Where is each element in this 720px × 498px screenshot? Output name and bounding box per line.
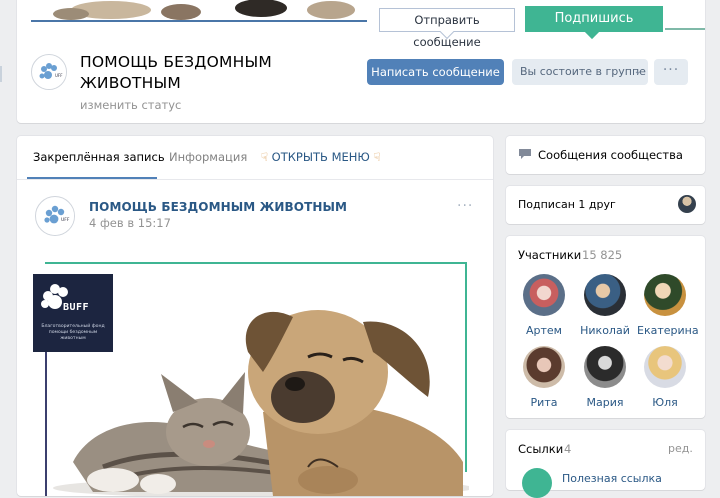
post-more-icon[interactable]: ··· [457, 198, 473, 214]
pinned-post-image[interactable]: BUFF Благотворительный фонд помощи бездо… [33, 262, 469, 496]
friends-subscribed-label: Подписан 1 друг [518, 198, 616, 211]
members-count: 15 825 [582, 248, 623, 262]
member-item[interactable]: Екатерина [637, 274, 699, 337]
community-cover: Отправить сообщение Подпишись [31, 0, 705, 49]
chevron-down-icon: ⌄ [633, 66, 642, 77]
cover-frame [665, 0, 705, 30]
tab-pinned-post[interactable]: Закреплённая запись [33, 150, 165, 164]
post-author-name[interactable]: ПОМОЩЬ БЕЗДОМНЫМ ЖИВОТНЫМ [89, 200, 347, 214]
links-block: Ссылки 4 ред. Полезная ссылка [506, 430, 705, 498]
member-name: Рита [530, 396, 558, 409]
hand-pointer-icon: ☟ [261, 150, 269, 164]
community-header: Отправить сообщение Подпишись UFF ПОМОЩЬ… [17, 0, 705, 123]
member-name: Артем [526, 324, 562, 337]
hand-pointer-icon: ☟ [373, 150, 381, 164]
members-title[interactable]: Участники [518, 248, 581, 262]
tab-information[interactable]: Информация [169, 150, 247, 164]
foundation-logo: BUFF Благотворительный фонд помощи бездо… [33, 274, 113, 352]
community-messages-label: Сообщения сообщества [538, 148, 683, 162]
links-edit-link[interactable]: ред. [668, 442, 693, 455]
member-avatar [584, 274, 626, 316]
member-avatar [523, 346, 565, 388]
member-avatar [644, 346, 686, 388]
foundation-logo-caption: Благотворительный фонд помощи бездомным … [41, 324, 105, 341]
links-title[interactable]: Ссылки [518, 442, 563, 456]
community-messages-block[interactable]: Сообщения сообщества [506, 136, 705, 174]
more-dots-icon: ··· [662, 62, 680, 78]
member-name: Мария [586, 396, 624, 409]
page-edge-marker [0, 66, 2, 82]
friends-subscribed-block[interactable]: Подписан 1 друг [506, 186, 705, 224]
subscribe-banner[interactable]: Подпишись [525, 6, 663, 32]
paw-logo-icon: UFF [37, 198, 74, 235]
membership-dropdown[interactable]: Вы состоите в группе ⌄ [512, 59, 648, 85]
change-status-link[interactable]: изменить статус [80, 98, 181, 112]
member-name: Николай [580, 324, 630, 337]
links-count: 4 [564, 442, 572, 456]
post-date[interactable]: 4 фев в 15:17 [89, 216, 171, 230]
members-block: Участники 15 825 Артем Николай Екатерина… [506, 236, 705, 418]
member-item[interactable]: Юля [637, 346, 693, 409]
member-item[interactable]: Мария [577, 346, 633, 409]
wall-tabs: Закреплённая запись Информация ☟ ОТКРЫТЬ… [17, 136, 493, 180]
chat-bubble-icon [519, 149, 531, 159]
write-message-button[interactable]: Написать сообщение [367, 59, 504, 85]
open-menu-label: ОТКРЫТЬ МЕНЮ [271, 150, 370, 164]
svg-text:UFF: UFF [61, 217, 70, 223]
tab-open-menu[interactable]: ☟ ОТКРЫТЬ МЕНЮ ☟ [261, 150, 381, 164]
member-avatar [644, 274, 686, 316]
member-name: Екатерина [637, 324, 699, 337]
membership-label: Вы состоите в группе [520, 65, 646, 78]
member-item[interactable]: Рита [516, 346, 572, 409]
wall-card: Закреплённая запись Информация ☟ ОТКРЫТЬ… [17, 136, 493, 496]
member-avatar [523, 274, 565, 316]
post-author-avatar[interactable]: UFF [35, 196, 75, 236]
foundation-logo-title: BUFF [63, 302, 90, 313]
group-avatar[interactable]: UFF [31, 54, 67, 90]
member-avatar [584, 346, 626, 388]
paw-logo-icon: UFF [33, 56, 66, 89]
member-item[interactable]: Артем [516, 274, 572, 337]
group-name: ПОМОЩЬ БЕЗДОМНЫМ ЖИВОТНЫМ [80, 53, 272, 92]
member-name: Юля [652, 396, 678, 409]
link-thumbnail[interactable] [522, 468, 552, 498]
cover-photo [31, 0, 367, 22]
active-tab-indicator [27, 177, 157, 179]
link-item-label[interactable]: Полезная ссылка [562, 472, 662, 485]
friend-avatar[interactable] [678, 195, 696, 213]
more-actions-button[interactable]: ··· [654, 59, 688, 85]
svg-text:UFF: UFF [55, 73, 63, 78]
member-item[interactable]: Николай [577, 274, 633, 337]
send-message-tooltip: Отправить сообщение [379, 8, 515, 49]
